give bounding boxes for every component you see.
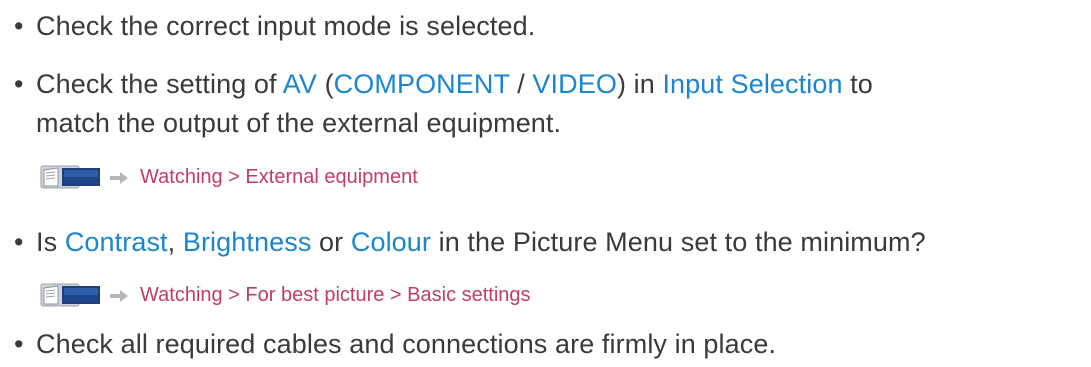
- bullet: •: [14, 69, 24, 99]
- item-text: to: [842, 69, 873, 99]
- ebook-help-icon: [40, 282, 104, 308]
- av-link[interactable]: AV: [283, 69, 317, 99]
- reference-path[interactable]: Watching > External equipment: [140, 166, 418, 189]
- item-text: match the output of the external equipme…: [36, 108, 562, 138]
- video-link[interactable]: VIDEO: [532, 69, 617, 99]
- item-text: Check the correct input mode is selected…: [36, 11, 536, 41]
- bullet: •: [14, 227, 24, 257]
- arrow-right-icon: [108, 169, 130, 185]
- item-text: ) in: [616, 69, 663, 99]
- item-text: ,: [167, 227, 183, 257]
- item-text: (: [316, 69, 334, 99]
- list-item: • Check all required cables and connectio…: [14, 322, 776, 366]
- reference-path[interactable]: Watching > For best picture > Basic sett…: [140, 284, 531, 307]
- bullet: •: [14, 11, 24, 41]
- item-text: Is: [36, 227, 65, 257]
- list-item: • Check the setting of AV (COMPONENT / VI…: [14, 62, 873, 106]
- contrast-link[interactable]: Contrast: [65, 227, 168, 257]
- reference-link[interactable]: Watching > External equipment: [40, 162, 418, 192]
- reference-link[interactable]: Watching > For best picture > Basic sett…: [40, 280, 531, 310]
- ebook-help-icon: [40, 164, 104, 190]
- bullet: •: [14, 329, 24, 359]
- list-item: • Check the correct input mode is selecte…: [14, 4, 535, 48]
- item-text: Check all required cables and connection…: [36, 329, 777, 359]
- list-item-continuation: match the output of the external equipme…: [14, 101, 561, 145]
- component-link[interactable]: COMPONENT: [334, 69, 510, 99]
- list-item: • Is Contrast, Brightness or Colour in th…: [14, 220, 926, 264]
- item-text: in the Picture Menu set to the minimum?: [431, 227, 926, 257]
- item-text: or: [311, 227, 351, 257]
- colour-link[interactable]: Colour: [351, 227, 431, 257]
- arrow-right-icon: [108, 287, 130, 303]
- brightness-link[interactable]: Brightness: [183, 227, 312, 257]
- input-selection-link[interactable]: Input Selection: [662, 69, 842, 99]
- item-text: Check the setting of: [36, 69, 283, 99]
- item-text: /: [509, 69, 533, 99]
